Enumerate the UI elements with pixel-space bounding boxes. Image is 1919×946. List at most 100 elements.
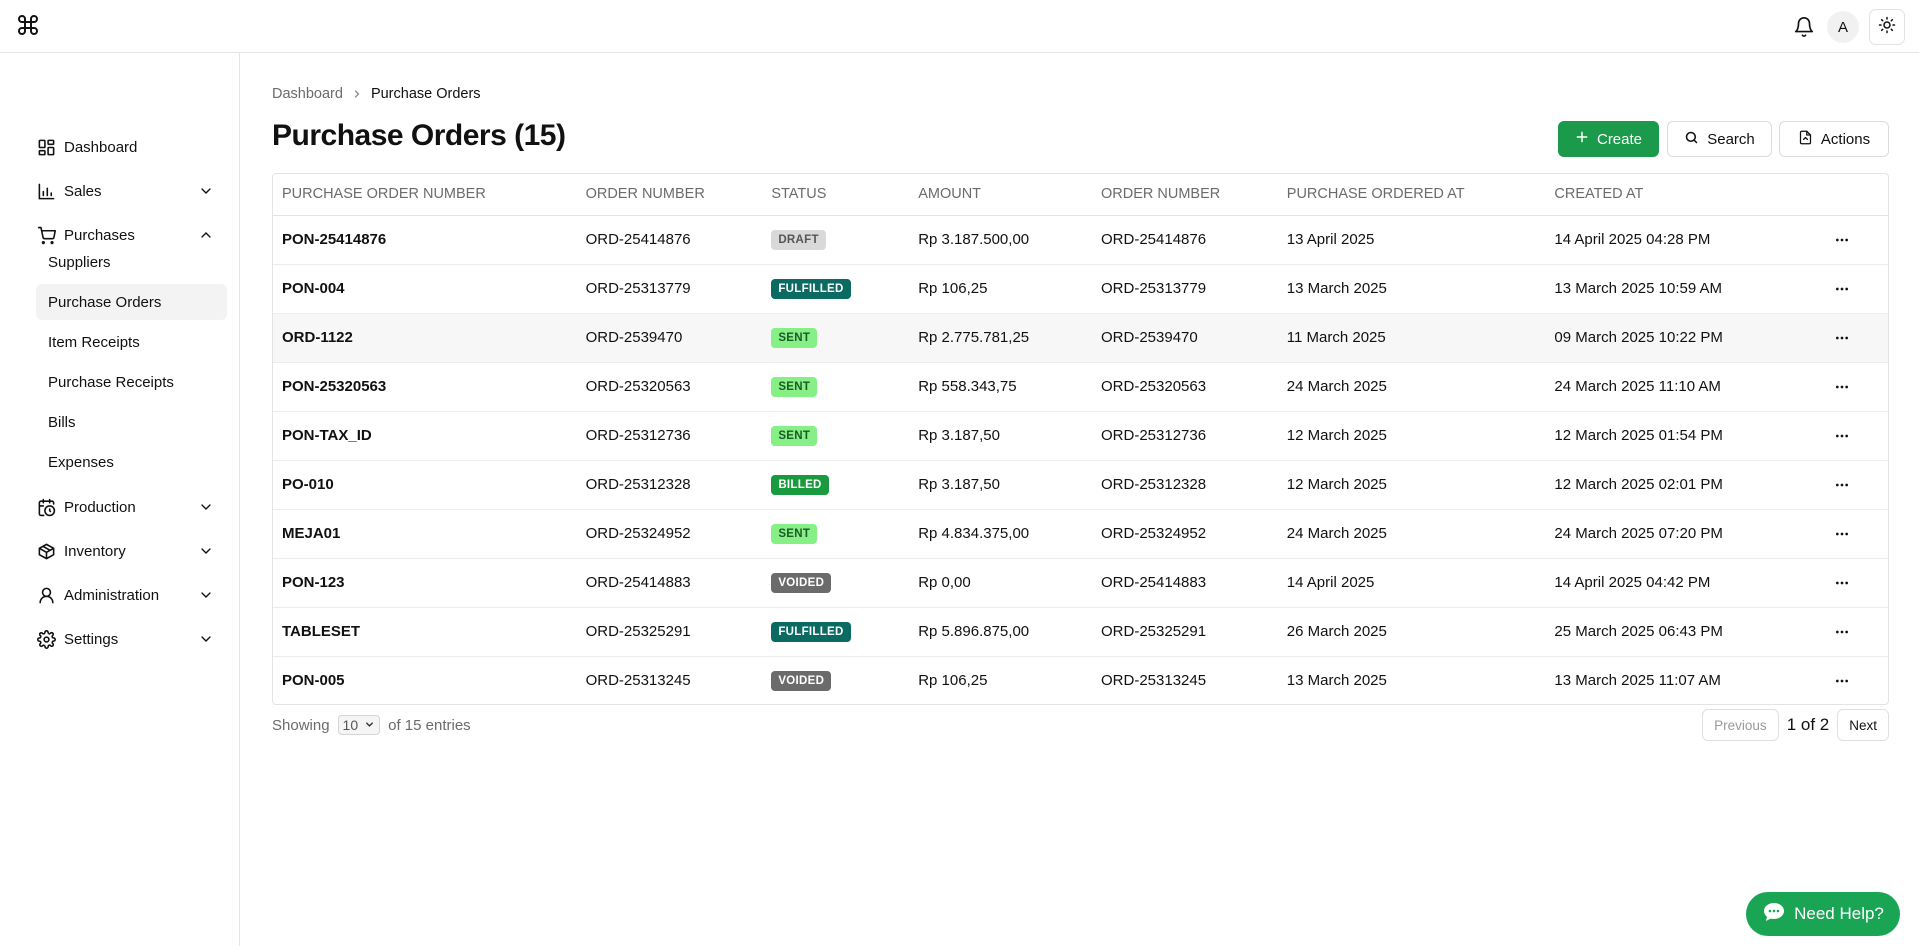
breadcrumb-dashboard-link[interactable]: Dashboard bbox=[272, 86, 343, 102]
ordered-at-cell: 14 April 2025 bbox=[1286, 574, 1375, 591]
column-header[interactable]: PURCHASE ORDER NUMBER bbox=[273, 174, 577, 216]
next-page-button[interactable]: Next bbox=[1837, 709, 1889, 741]
need-help-button[interactable]: Need Help? bbox=[1746, 892, 1900, 936]
more-horizontal-icon[interactable] bbox=[1830, 620, 1854, 644]
created-at-cell: 13 March 2025 10:59 AM bbox=[1554, 280, 1723, 297]
page-size-value: 10 bbox=[342, 717, 359, 733]
sidebar-sub-suppliers[interactable]: Suppliers bbox=[36, 244, 227, 280]
sidebar-sub-bills[interactable]: Bills bbox=[36, 404, 227, 440]
previous-page-button[interactable]: Previous bbox=[1702, 709, 1779, 741]
table-row[interactable]: PON-123 ORD-25414883 VOIDED Rp 0,00 ORD-2541… bbox=[273, 558, 1888, 607]
sidebar-sub-purchase-receipts[interactable]: Purchase Receipts bbox=[36, 364, 227, 400]
po-number-cell[interactable]: TABLESET bbox=[273, 607, 577, 656]
row-actions-cell bbox=[1821, 411, 1888, 460]
table-row[interactable]: ORD-1122 ORD-2539470 SENT Rp 2.775.781,25 OR… bbox=[273, 313, 1888, 362]
po-number-cell[interactable]: PON-004 bbox=[273, 264, 577, 313]
ordered-at-cell: 24 March 2025 bbox=[1286, 378, 1387, 395]
sidebar-item-inventory[interactable]: Inventory bbox=[36, 535, 226, 567]
status-badge: BILLED bbox=[771, 474, 829, 495]
top-bar: A bbox=[0, 0, 1919, 53]
table-row[interactable]: PO-010 ORD-25312328 BILLED Rp 3.187,50 ORD-2… bbox=[273, 460, 1888, 509]
more-horizontal-icon[interactable] bbox=[1830, 669, 1854, 693]
po-number-cell[interactable]: PON-123 bbox=[273, 558, 577, 607]
po-number-cell[interactable]: PON-005 bbox=[273, 656, 577, 704]
command-logo-icon[interactable] bbox=[16, 13, 40, 37]
table-row[interactable]: PON-TAX_ID ORD-25312736 SENT Rp 3.187,50 ORD… bbox=[273, 411, 1888, 460]
column-header[interactable]: AMOUNT bbox=[909, 174, 1093, 216]
column-header[interactable]: PURCHASE ORDERED AT bbox=[1277, 174, 1546, 216]
sidebar-item-label: Dashboard bbox=[64, 138, 138, 156]
search-button[interactable]: Search bbox=[1667, 121, 1772, 157]
table-row[interactable]: PON-005 ORD-25313245 VOIDED Rp 106,25 ORD-25… bbox=[273, 656, 1888, 704]
purchase-orders-table: PURCHASE ORDER NUMBER ORDER NUMBER STATU… bbox=[272, 173, 1889, 705]
po-number-cell[interactable]: PO-010 bbox=[273, 460, 577, 509]
column-header[interactable]: ORDER NUMBER bbox=[576, 174, 763, 216]
status-cell: VOIDED bbox=[762, 656, 909, 704]
avatar[interactable]: A bbox=[1827, 11, 1859, 43]
status-cell: SENT bbox=[762, 362, 909, 411]
order-number-cell: ORD-25325291 bbox=[1101, 623, 1207, 640]
order-number-cell: ORD-25414876 bbox=[1101, 231, 1207, 248]
table-row[interactable]: PON-25320563 ORD-25320563 SENT Rp 558.343,7… bbox=[273, 362, 1888, 411]
sidebar-item-sales[interactable]: Sales bbox=[36, 175, 226, 207]
table-row[interactable]: PON-004 ORD-25313779 FULFILLED Rp 106,25 ORD… bbox=[273, 264, 1888, 313]
amount-cell: Rp 2.775.781,25 bbox=[918, 329, 1030, 346]
amount-cell: Rp 0,00 bbox=[918, 574, 971, 591]
po-number-cell[interactable]: PON-25320563 bbox=[273, 362, 577, 411]
status-cell: FULFILLED bbox=[762, 264, 909, 313]
gear-icon bbox=[36, 629, 56, 649]
status-badge: SENT bbox=[771, 425, 818, 446]
row-actions-cell bbox=[1821, 558, 1888, 607]
ordered-at-cell: 26 March 2025 bbox=[1286, 623, 1387, 640]
sidebar-sub-purchase-orders[interactable]: Purchase Orders bbox=[36, 284, 227, 320]
sidebar-item-dashboard[interactable]: Dashboard bbox=[36, 131, 226, 163]
more-horizontal-icon[interactable] bbox=[1830, 326, 1854, 350]
more-horizontal-icon[interactable] bbox=[1830, 277, 1854, 301]
order-number-cell: ORD-25312328 bbox=[1101, 476, 1207, 493]
dashboard-icon bbox=[36, 137, 56, 157]
po-number-cell[interactable]: MEJA01 bbox=[273, 509, 577, 558]
sidebar-item-settings[interactable]: Settings bbox=[36, 623, 226, 655]
sidebar-sub-expenses[interactable]: Expenses bbox=[36, 444, 227, 480]
status-badge: VOIDED bbox=[771, 572, 832, 593]
order-number-cell: ORD-25312736 bbox=[585, 427, 691, 444]
po-number-cell[interactable]: PON-TAX_ID bbox=[273, 411, 577, 460]
status-badge: FULFILLED bbox=[771, 278, 851, 299]
bell-icon[interactable] bbox=[1791, 14, 1817, 40]
column-header[interactable]: ORDER NUMBER bbox=[1092, 174, 1278, 216]
breadcrumb: Dashboard Purchase Orders bbox=[272, 86, 481, 102]
sidebar-item-administration[interactable]: Administration bbox=[36, 579, 226, 611]
table-row[interactable]: TABLESET ORD-25325291 FULFILLED Rp 5.896.87… bbox=[273, 607, 1888, 656]
table-row[interactable]: MEJA01 ORD-25324952 SENT Rp 4.834.375,00 ORD… bbox=[273, 509, 1888, 558]
amount-cell: Rp 3.187.500,00 bbox=[918, 231, 1030, 248]
chevron-up-icon bbox=[198, 227, 214, 243]
create-button[interactable]: Create bbox=[1558, 121, 1659, 157]
order-number-cell: ORD-25313779 bbox=[585, 280, 691, 297]
chevron-down-icon bbox=[198, 631, 214, 647]
more-horizontal-icon[interactable] bbox=[1830, 424, 1854, 448]
order-number-cell: ORD-2539470 bbox=[585, 329, 683, 346]
more-horizontal-icon[interactable] bbox=[1830, 571, 1854, 595]
created-at-cell: 24 March 2025 11:10 AM bbox=[1554, 378, 1721, 395]
page-size-select[interactable]: 10 bbox=[337, 715, 381, 735]
ordered-at-cell: 24 March 2025 bbox=[1286, 525, 1387, 542]
more-horizontal-icon[interactable] bbox=[1830, 473, 1854, 497]
row-actions-cell bbox=[1821, 607, 1888, 656]
table-row[interactable]: PON-25414876 ORD-25414876 DRAFT Rp 3.187.50… bbox=[273, 215, 1888, 264]
order-number-cell: ORD-25313245 bbox=[585, 672, 691, 690]
po-number-cell[interactable]: ORD-1122 bbox=[273, 313, 577, 362]
more-horizontal-icon[interactable] bbox=[1830, 522, 1854, 546]
order-number-cell: ORD-25313779 bbox=[1101, 280, 1207, 297]
column-header[interactable]: CREATED AT bbox=[1545, 174, 1821, 216]
more-horizontal-icon[interactable] bbox=[1830, 228, 1854, 252]
search-button-label: Search bbox=[1707, 130, 1755, 148]
row-actions-cell bbox=[1821, 313, 1888, 362]
sidebar-item-production[interactable]: Production bbox=[36, 491, 226, 523]
more-horizontal-icon[interactable] bbox=[1830, 375, 1854, 399]
actions-button[interactable]: Actions bbox=[1779, 121, 1889, 157]
column-header[interactable]: STATUS bbox=[762, 174, 910, 216]
po-number-cell[interactable]: PON-25414876 bbox=[273, 215, 577, 264]
sidebar-sub-item-receipts[interactable]: Item Receipts bbox=[36, 324, 227, 360]
status-cell: VOIDED bbox=[762, 558, 909, 607]
theme-toggle-button[interactable] bbox=[1869, 9, 1905, 45]
